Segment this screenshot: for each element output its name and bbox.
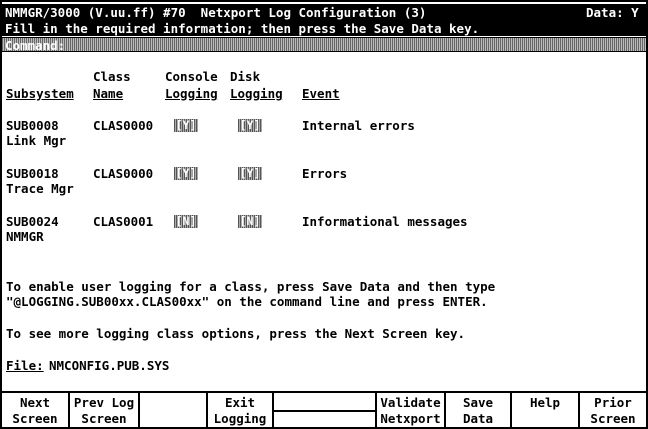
console-logging-field[interactable]: [Y] (174, 167, 198, 180)
softkey-label: Screen (12, 411, 58, 426)
row-subsystem-id: SUB0024 (6, 214, 59, 229)
softkey-label: Next (19, 395, 51, 410)
prev-log-screen-key[interactable]: Prev Log Screen (70, 393, 140, 427)
row-class-name: CLAS0000 (93, 118, 154, 133)
console-logging-field[interactable]: [Y] (174, 119, 198, 132)
console-logging-header: Logging (165, 86, 218, 101)
blank-softkey[interactable] (140, 393, 208, 427)
next-screen-key[interactable]: Next Screen (2, 393, 70, 427)
softkey-label: Help (529, 395, 561, 410)
disk-logging-field[interactable]: [Y] (238, 167, 262, 180)
terminal-screen: NMMGR/3000 (V.uu.ff) #70 Netxport Log Co… (0, 0, 648, 429)
subsystem-header: Subsystem (6, 86, 74, 101)
row-subsystem-name: Trace Mgr (6, 181, 74, 196)
help-line: To enable user logging for a class, pres… (6, 279, 496, 294)
disk-logging-header: Logging (230, 86, 283, 101)
console-logging-field[interactable]: [N] (174, 215, 198, 228)
row-subsystem-name: Link Mgr (6, 133, 67, 148)
console-header-top: Console (165, 69, 218, 84)
row-class-name: CLAS0000 (93, 166, 154, 181)
screen-title: NMMGR/3000 (V.uu.ff) #70 Netxport Log Co… (5, 5, 427, 20)
softkey-label: Save (462, 395, 494, 410)
prior-screen-key[interactable]: Prior Screen (580, 393, 646, 427)
command-label: Command: (5, 38, 66, 53)
disk-logging-field[interactable]: [Y] (238, 119, 262, 132)
data-flag: Data: Y (586, 5, 639, 20)
class-header-top: Class (93, 69, 131, 84)
blank-softkey[interactable] (274, 393, 377, 427)
softkey-label: Logging (213, 411, 267, 426)
command-line[interactable]: Command: (2, 37, 646, 53)
row-subsystem-id: SUB0018 (6, 166, 59, 181)
class-name-header: Name (93, 86, 124, 101)
softkey-bar: Next Screen Prev Log Screen Exit Logging… (2, 391, 646, 427)
softkey-label: Exit (224, 395, 256, 410)
validate-netxport-key[interactable]: Validate Netxport (377, 393, 446, 427)
row-subsystem-id: SUB0008 (6, 118, 59, 133)
file-label: File: (6, 358, 44, 373)
softkey-divider (274, 410, 375, 412)
help-key[interactable]: Help (512, 393, 580, 427)
event-header: Event (302, 86, 340, 101)
row-event: Informational messages (302, 214, 468, 229)
row-event: Internal errors (302, 118, 415, 133)
softkey-label: Screen (590, 411, 636, 426)
title-bar: NMMGR/3000 (V.uu.ff) #70 Netxport Log Co… (2, 4, 646, 21)
softkey-label: Data (462, 411, 494, 426)
disk-header-top: Disk (230, 69, 261, 84)
softkey-label: Prior (594, 395, 632, 410)
help-line: To see more logging class options, press… (6, 326, 466, 341)
row-subsystem-name: NMMGR (6, 229, 44, 244)
softkey-label: Netxport (380, 411, 441, 426)
softkey-label: Prev Log (73, 395, 135, 410)
disk-logging-field[interactable]: [N] (238, 215, 262, 228)
row-class-name: CLAS0001 (93, 214, 154, 229)
exit-logging-key[interactable]: Exit Logging (208, 393, 274, 427)
save-data-key[interactable]: Save Data (446, 393, 512, 427)
instruction-text: Fill in the required information; then p… (5, 21, 480, 36)
file-field[interactable]: NMCONFIG.PUB.SYS (49, 359, 169, 373)
instruction-bar: Fill in the required information; then p… (2, 21, 646, 36)
row-event: Errors (302, 166, 348, 181)
softkey-label: Validate (380, 395, 441, 410)
softkey-label: Screen (81, 411, 127, 426)
help-line: "@LOGGING.SUB00xx.CLAS00xx" on the comma… (6, 294, 488, 309)
